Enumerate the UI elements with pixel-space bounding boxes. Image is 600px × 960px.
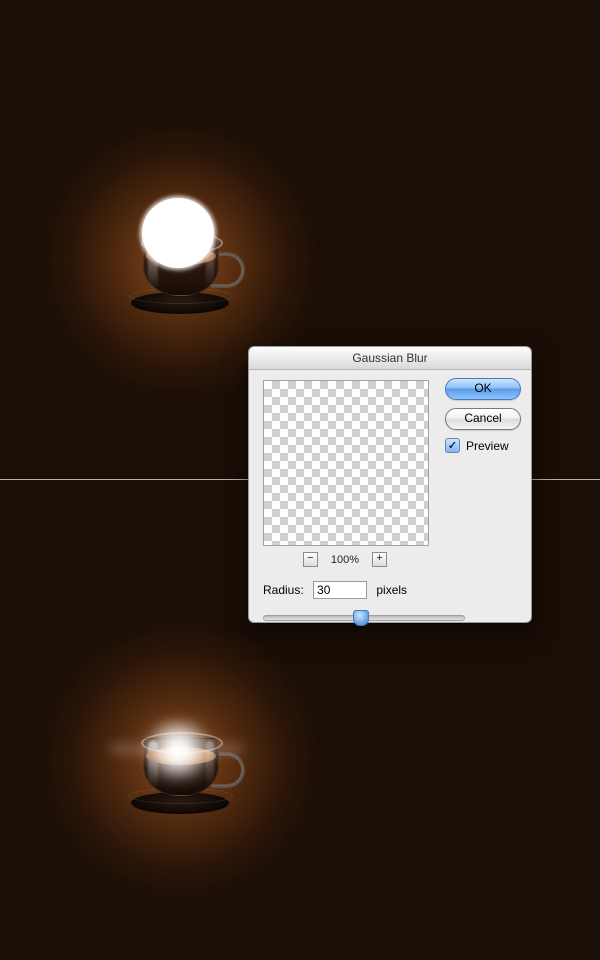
radius-label: Radius:: [263, 583, 304, 597]
preview-checkbox-row[interactable]: ✓ Preview: [445, 438, 519, 453]
zoom-out-button[interactable]: −: [303, 552, 318, 567]
blurred-highlight: [128, 720, 228, 780]
cancel-button[interactable]: Cancel: [445, 408, 521, 430]
slider-thumb[interactable]: [353, 610, 369, 626]
radius-unit: pixels: [376, 583, 407, 597]
radius-slider[interactable]: [263, 609, 463, 623]
dialog-content: OK Cancel ✓ Preview − 100% + Radius: pix…: [249, 370, 531, 635]
transparency-checker: [264, 381, 428, 545]
zoom-in-button[interactable]: +: [372, 552, 387, 567]
dialog-title: Gaussian Blur: [249, 347, 531, 370]
preview-label: Preview: [466, 439, 509, 453]
radius-row: Radius: pixels: [263, 581, 519, 599]
canvas-root: Gaussian Blur OK Cancel ✓ Preview − 100%…: [0, 0, 600, 960]
radius-input[interactable]: [313, 581, 367, 599]
zoom-level-label: 100%: [331, 554, 359, 566]
gaussian-blur-dialog: Gaussian Blur OK Cancel ✓ Preview − 100%…: [248, 346, 532, 623]
ok-button[interactable]: OK: [445, 378, 521, 400]
preview-image[interactable]: [263, 380, 429, 546]
dialog-button-column: OK Cancel ✓ Preview: [445, 378, 519, 453]
checkmark-icon[interactable]: ✓: [445, 438, 460, 453]
zoom-row: − 100% +: [263, 552, 427, 567]
highlight-blob: [142, 198, 214, 268]
